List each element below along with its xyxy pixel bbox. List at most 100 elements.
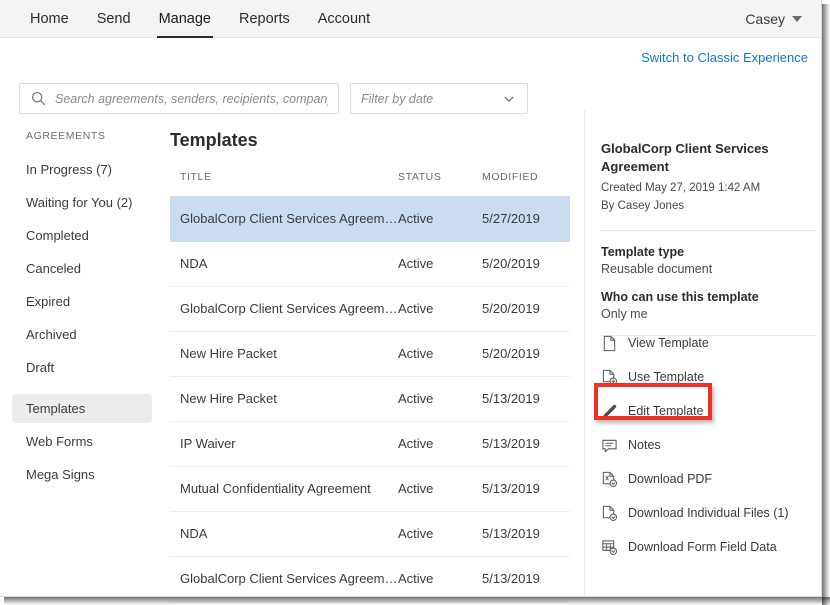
row-title: GlobalCorp Client Services Agreement [170, 286, 398, 331]
sidebar-item-list: In Progress (7) Waiting for You (2) Comple… [12, 155, 152, 489]
download-files-icon [601, 505, 618, 522]
action-use-template[interactable]: Use Template [601, 360, 817, 394]
pencil-icon [601, 403, 618, 420]
nav-item-home[interactable]: Home [16, 0, 83, 38]
main-content: Templates TITLE STATUS MODIFIED GlobalCo… [170, 130, 570, 602]
filter-by-date-dropdown[interactable]: Filter by date [350, 83, 528, 114]
switch-to-classic-link[interactable]: Switch to Classic Experience [641, 50, 808, 65]
table-row[interactable]: GlobalCorp Client Services AgreementActi… [170, 286, 570, 331]
sidebar: AGREEMENTS In Progress (7)Waiting for Yo… [12, 130, 152, 493]
table-row[interactable]: NDAActive5/13/2019 [170, 511, 570, 556]
document-badge-icon [601, 369, 618, 386]
sidebar-item-in-progress-7[interactable]: In Progress (7) [12, 155, 152, 184]
filter-by-date-label: Filter by date [361, 92, 500, 106]
window-shadow-right [822, 4, 830, 605]
row-title: IP Waiver [170, 421, 398, 466]
app-window: HomeSendManageReportsAccount Casey Switc… [0, 0, 830, 605]
template-access-value: Only me [601, 307, 817, 321]
table-row[interactable]: NDAActive5/20/2019 [170, 241, 570, 286]
search-icon [30, 90, 47, 107]
row-title: Mutual Confidentiality Agreement [170, 466, 398, 511]
sidebar-item-draft[interactable]: Draft [12, 353, 152, 382]
templates-table: TITLE STATUS MODIFIED GlobalCorp Client … [170, 171, 570, 602]
search-input[interactable] [55, 92, 328, 106]
document-icon [601, 335, 618, 352]
row-title: GlobalCorp Client Services Agreement [170, 556, 398, 601]
main-nav: HomeSendManageReportsAccount [16, 0, 384, 38]
panel-divider [584, 110, 585, 597]
row-status: Active [398, 421, 482, 466]
row-title: NDA [170, 241, 398, 286]
detail-divider-1 [601, 230, 817, 231]
row-title: GlobalCorp Client Services Agreement [170, 196, 398, 241]
chevron-down-icon [500, 90, 517, 107]
template-type-label: Template type [601, 245, 817, 259]
action-label: Notes [628, 438, 661, 452]
sidebar-group-gap [12, 386, 152, 394]
action-label: Use Template [628, 370, 704, 384]
table-row[interactable]: IP WaiverActive5/13/2019 [170, 421, 570, 466]
sidebar-item-waiting-for-you-2[interactable]: Waiting for You (2) [12, 188, 152, 217]
search-box[interactable] [19, 83, 339, 114]
table-row[interactable]: Mutual Confidentiality AgreementActive5/… [170, 466, 570, 511]
row-title: New Hire Packet [170, 331, 398, 376]
page-title: Templates [170, 130, 570, 151]
row-modified: 5/13/2019 [482, 466, 570, 511]
column-header-modified[interactable]: MODIFIED [482, 171, 570, 196]
template-type-value: Reusable document [601, 262, 817, 276]
table-row[interactable]: GlobalCorp Client Services AgreementActi… [170, 556, 570, 601]
top-navigation-bar: HomeSendManageReportsAccount Casey [0, 0, 822, 38]
comment-icon [601, 437, 618, 454]
column-header-title[interactable]: TITLE [170, 171, 398, 196]
chevron-down-icon [792, 16, 802, 22]
nav-item-account[interactable]: Account [304, 0, 384, 38]
action-label: View Template [628, 336, 709, 350]
action-download-form-field-data[interactable]: Download Form Field Data [601, 530, 817, 564]
window-edge-bottom [0, 596, 822, 597]
row-title: New Hire Packet [170, 376, 398, 421]
row-modified: 5/20/2019 [482, 331, 570, 376]
download-form-data-icon [601, 539, 618, 556]
row-modified: 5/13/2019 [482, 376, 570, 421]
window-edge-right [821, 0, 822, 597]
user-menu-label: Casey [745, 11, 785, 27]
action-label: Download Form Field Data [628, 540, 777, 554]
row-modified: 5/27/2019 [482, 196, 570, 241]
nav-item-send[interactable]: Send [83, 0, 145, 38]
column-header-status[interactable]: STATUS [398, 171, 482, 196]
detail-title: GlobalCorp Client Services Agreement [601, 140, 817, 175]
row-status: Active [398, 511, 482, 556]
table-header-row: TITLE STATUS MODIFIED [170, 171, 570, 196]
sidebar-item-canceled[interactable]: Canceled [12, 254, 152, 283]
download-pdf-icon [601, 471, 618, 488]
table-row[interactable]: GlobalCorp Client Services AgreementActi… [170, 196, 570, 241]
action-download-individual-files-1[interactable]: Download Individual Files (1) [601, 496, 817, 530]
nav-item-manage[interactable]: Manage [145, 0, 225, 38]
action-label: Edit Template [628, 404, 704, 418]
user-menu[interactable]: Casey [745, 0, 802, 38]
template-actions-list: View Template Use Template Edit Template No… [601, 326, 817, 564]
row-title: NDA [170, 511, 398, 556]
sidebar-item-web-forms[interactable]: Web Forms [12, 427, 152, 456]
row-status: Active [398, 376, 482, 421]
table-row[interactable]: New Hire PacketActive5/20/2019 [170, 331, 570, 376]
row-status: Active [398, 196, 482, 241]
sidebar-item-archived[interactable]: Archived [12, 320, 152, 349]
row-modified: 5/20/2019 [482, 241, 570, 286]
sidebar-item-expired[interactable]: Expired [12, 287, 152, 316]
action-download-pdf[interactable]: Download PDF [601, 462, 817, 496]
row-modified: 5/13/2019 [482, 421, 570, 466]
sidebar-item-templates[interactable]: Templates [12, 394, 152, 423]
action-edit-template[interactable]: Edit Template [601, 394, 817, 428]
action-view-template[interactable]: View Template [601, 326, 817, 360]
nav-item-reports[interactable]: Reports [225, 0, 304, 38]
action-notes[interactable]: Notes [601, 428, 817, 462]
table-row[interactable]: New Hire PacketActive5/13/2019 [170, 376, 570, 421]
detail-panel: GlobalCorp Client Services Agreement Cre… [601, 140, 817, 350]
row-status: Active [398, 286, 482, 331]
action-label: Download Individual Files (1) [628, 506, 789, 520]
templates-table-body: GlobalCorp Client Services AgreementActi… [170, 196, 570, 601]
sidebar-item-completed[interactable]: Completed [12, 221, 152, 250]
sidebar-item-mega-signs[interactable]: Mega Signs [12, 460, 152, 489]
row-status: Active [398, 331, 482, 376]
